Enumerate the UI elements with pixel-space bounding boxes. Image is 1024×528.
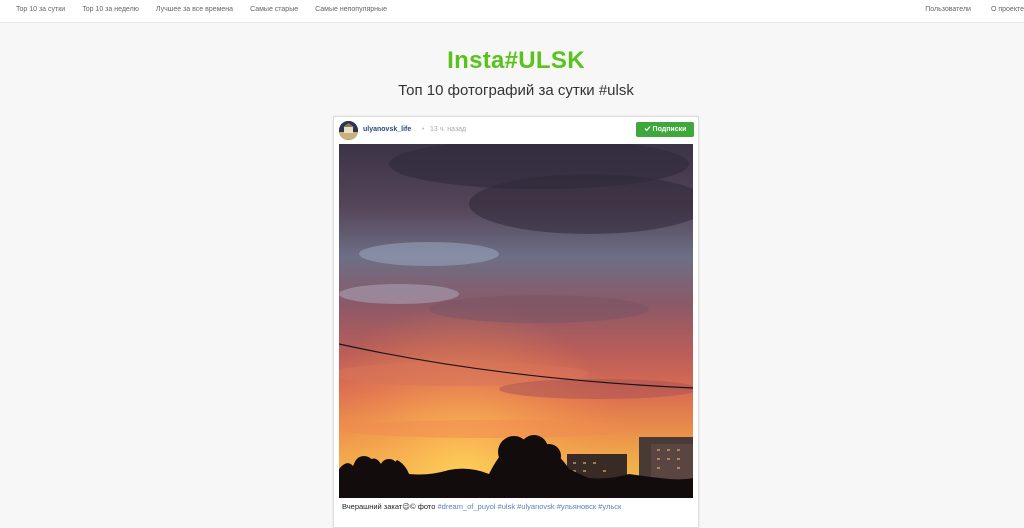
site-title: Insta#ULSK: [447, 47, 585, 74]
subscribe-button[interactable]: Подписки: [636, 122, 694, 137]
nav-users[interactable]: Пользователи: [925, 6, 971, 13]
nav-oldest[interactable]: Самые старые: [250, 6, 298, 13]
nav-least-popular[interactable]: Самые непопулярные: [315, 6, 387, 13]
user-avatar[interactable]: [339, 121, 358, 140]
nav-top10-day[interactable]: Top 10 за сутки: [16, 6, 65, 13]
post-header: ulyanovsk_life • 13 ч. назад Подписки: [339, 121, 694, 143]
nav-about[interactable]: О проекте: [991, 6, 1024, 13]
post-time: 13 ч. назад: [430, 126, 467, 133]
nav-top10-week[interactable]: Top 10 за неделю: [82, 6, 139, 13]
caption-hashtags[interactable]: #dream_of_puyol #ulsk #ulyanovsk #ульяно…: [438, 502, 622, 511]
nav-left-group: Top 10 за сутки Top 10 за неделю Лучшее …: [16, 6, 387, 13]
post-card: ulyanovsk_life • 13 ч. назад Подписки Вч…: [333, 116, 699, 528]
meta-separator: •: [422, 126, 425, 133]
page-subtitle: Топ 10 фотографий за сутки #ulsk: [398, 82, 634, 99]
sunset-photo-image: [339, 144, 693, 498]
caption-text: Вчерашний закат😉© фото: [342, 502, 438, 511]
avatar-icon: [339, 121, 358, 140]
post-photo[interactable]: [339, 144, 693, 498]
subscribe-label: Подписки: [652, 126, 687, 133]
nav-right-group: Пользователи О проекте: [925, 6, 1024, 13]
post-username[interactable]: ulyanovsk_life: [363, 126, 411, 133]
top-navigation-bar: Top 10 за сутки Top 10 за неделю Лучшее …: [0, 0, 1024, 23]
post-caption: Вчерашний закат😉© фото #dream_of_puyol #…: [342, 502, 692, 511]
check-icon: [644, 125, 651, 134]
nav-best-all-time[interactable]: Лучшее за все времена: [156, 6, 233, 13]
